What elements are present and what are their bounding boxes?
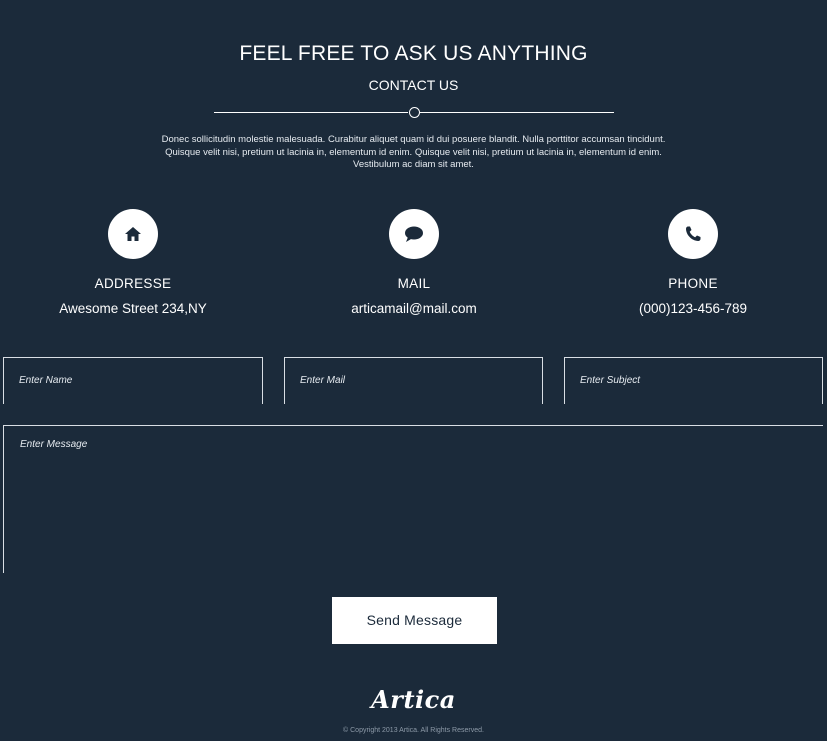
footer-logo[interactable]: Artica: [0, 685, 827, 714]
page-title: FEEL FREE TO ASK US ANYTHING: [239, 42, 588, 65]
subject-input-placeholder: Enter Subject: [580, 375, 641, 386]
divider-line-right: [420, 112, 614, 113]
message-textarea[interactable]: Enter Message: [3, 425, 823, 573]
send-message-button[interactable]: Send Message: [332, 597, 497, 644]
mail-value[interactable]: articamail@mail.com: [294, 301, 534, 316]
phone-icon: [668, 209, 718, 259]
contact-page: FEEL FREE TO ASK US ANYTHING CONTACT US …: [0, 0, 827, 741]
subject-input[interactable]: Enter Subject: [564, 357, 823, 404]
mail-block: MAIL articamail@mail.com: [294, 209, 534, 316]
copyright-text: © Copyright 2013 Artica. All Rights Rese…: [343, 727, 484, 734]
name-input-placeholder: Enter Name: [19, 375, 73, 386]
phone-title: PHONE: [668, 276, 718, 291]
mail-input[interactable]: Enter Mail: [284, 357, 543, 404]
address-value: Awesome Street 234,NY: [59, 301, 207, 316]
home-icon: [108, 209, 158, 259]
divider-line-left: [214, 112, 408, 113]
title-divider: [214, 106, 614, 120]
page-subtitle: CONTACT US: [368, 77, 459, 93]
chat-bubble-icon: [389, 209, 439, 259]
divider-ring-icon: [409, 107, 420, 118]
address-title: ADDRESSE: [94, 276, 172, 291]
intro-text: Donec sollicitudin molestie malesuada. C…: [161, 134, 666, 170]
mail-input-placeholder: Enter Mail: [300, 375, 346, 386]
name-input[interactable]: Enter Name: [3, 357, 263, 404]
mail-title: MAIL: [397, 276, 431, 291]
message-textarea-placeholder: Enter Message: [20, 439, 88, 450]
address-block: ADDRESSE Awesome Street 234,NY: [13, 209, 253, 316]
phone-block: PHONE (000)123-456-789: [573, 209, 813, 316]
phone-value[interactable]: (000)123-456-789: [573, 301, 813, 316]
